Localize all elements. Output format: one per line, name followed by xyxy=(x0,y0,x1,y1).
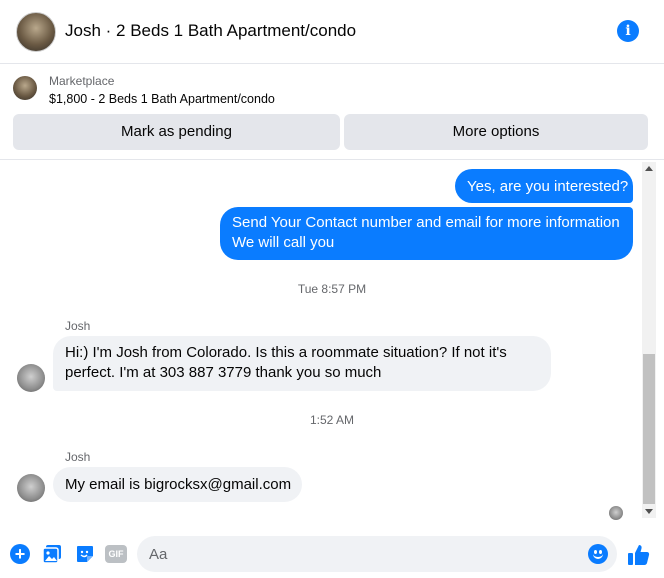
scrollbar-thumb[interactable] xyxy=(643,354,655,504)
info-icon[interactable]: i xyxy=(617,20,639,42)
sender-name: Josh xyxy=(65,450,91,464)
photo-icon[interactable] xyxy=(42,544,62,564)
message-text: perfect. I'm at 303 887 3779 thank you s… xyxy=(65,364,382,381)
sender-avatar[interactable] xyxy=(17,364,45,392)
scroll-up-arrow-icon[interactable] xyxy=(645,166,653,171)
emoji-icon[interactable] xyxy=(588,544,608,564)
conversation-title[interactable]: Josh · 2 Beds 1 Bath Apartment/condo xyxy=(65,21,356,41)
incoming-message[interactable]: My email is bigrocksx@gmail.com xyxy=(53,467,302,502)
contact-avatar[interactable] xyxy=(16,12,56,52)
plus-icon[interactable]: + xyxy=(10,544,30,564)
message-composer: + GIF xyxy=(0,532,664,578)
scroll-down-arrow-icon[interactable] xyxy=(645,509,653,514)
sender-avatar[interactable] xyxy=(17,474,45,502)
message-thread: Yes, are you interested? Send Your Conta… xyxy=(0,160,664,532)
message-text: We will call you xyxy=(232,234,335,251)
incoming-message[interactable]: Hi:) I'm Josh from Colorado. Is this a r… xyxy=(53,336,551,391)
listing-title[interactable]: $1,800 - 2 Beds 1 Bath Apartment/condo xyxy=(49,92,275,106)
outgoing-message[interactable]: Yes, are you interested? xyxy=(455,169,633,203)
timestamp: 1:52 AM xyxy=(309,413,355,427)
timestamp: Tue 8:57 PM xyxy=(297,282,367,296)
message-input[interactable] xyxy=(137,536,617,572)
message-text: My email is bigrocksx@gmail.com xyxy=(65,476,292,493)
marketplace-label: Marketplace xyxy=(49,74,115,88)
seen-indicator-avatar xyxy=(609,506,623,520)
like-icon[interactable] xyxy=(626,542,652,568)
outgoing-message[interactable]: Send Your Contact number and email for m… xyxy=(220,207,633,260)
listing-thumbnail[interactable] xyxy=(13,76,37,100)
message-text: Send Your Contact number and email for m… xyxy=(232,214,620,231)
mark-as-pending-button[interactable]: Mark as pending xyxy=(13,114,340,150)
conversation-header: Josh · 2 Beds 1 Bath Apartment/condo i xyxy=(0,0,664,64)
message-text: Yes, are you interested? xyxy=(467,178,629,195)
sender-name: Josh xyxy=(65,319,91,333)
gif-icon[interactable]: GIF xyxy=(105,545,127,563)
message-text: Hi:) I'm Josh from Colorado. Is this a r… xyxy=(65,344,507,361)
marketplace-listing: Marketplace $1,800 - 2 Beds 1 Bath Apart… xyxy=(0,64,664,160)
more-options-button[interactable]: More options xyxy=(344,114,648,150)
sticker-icon[interactable] xyxy=(75,544,95,564)
